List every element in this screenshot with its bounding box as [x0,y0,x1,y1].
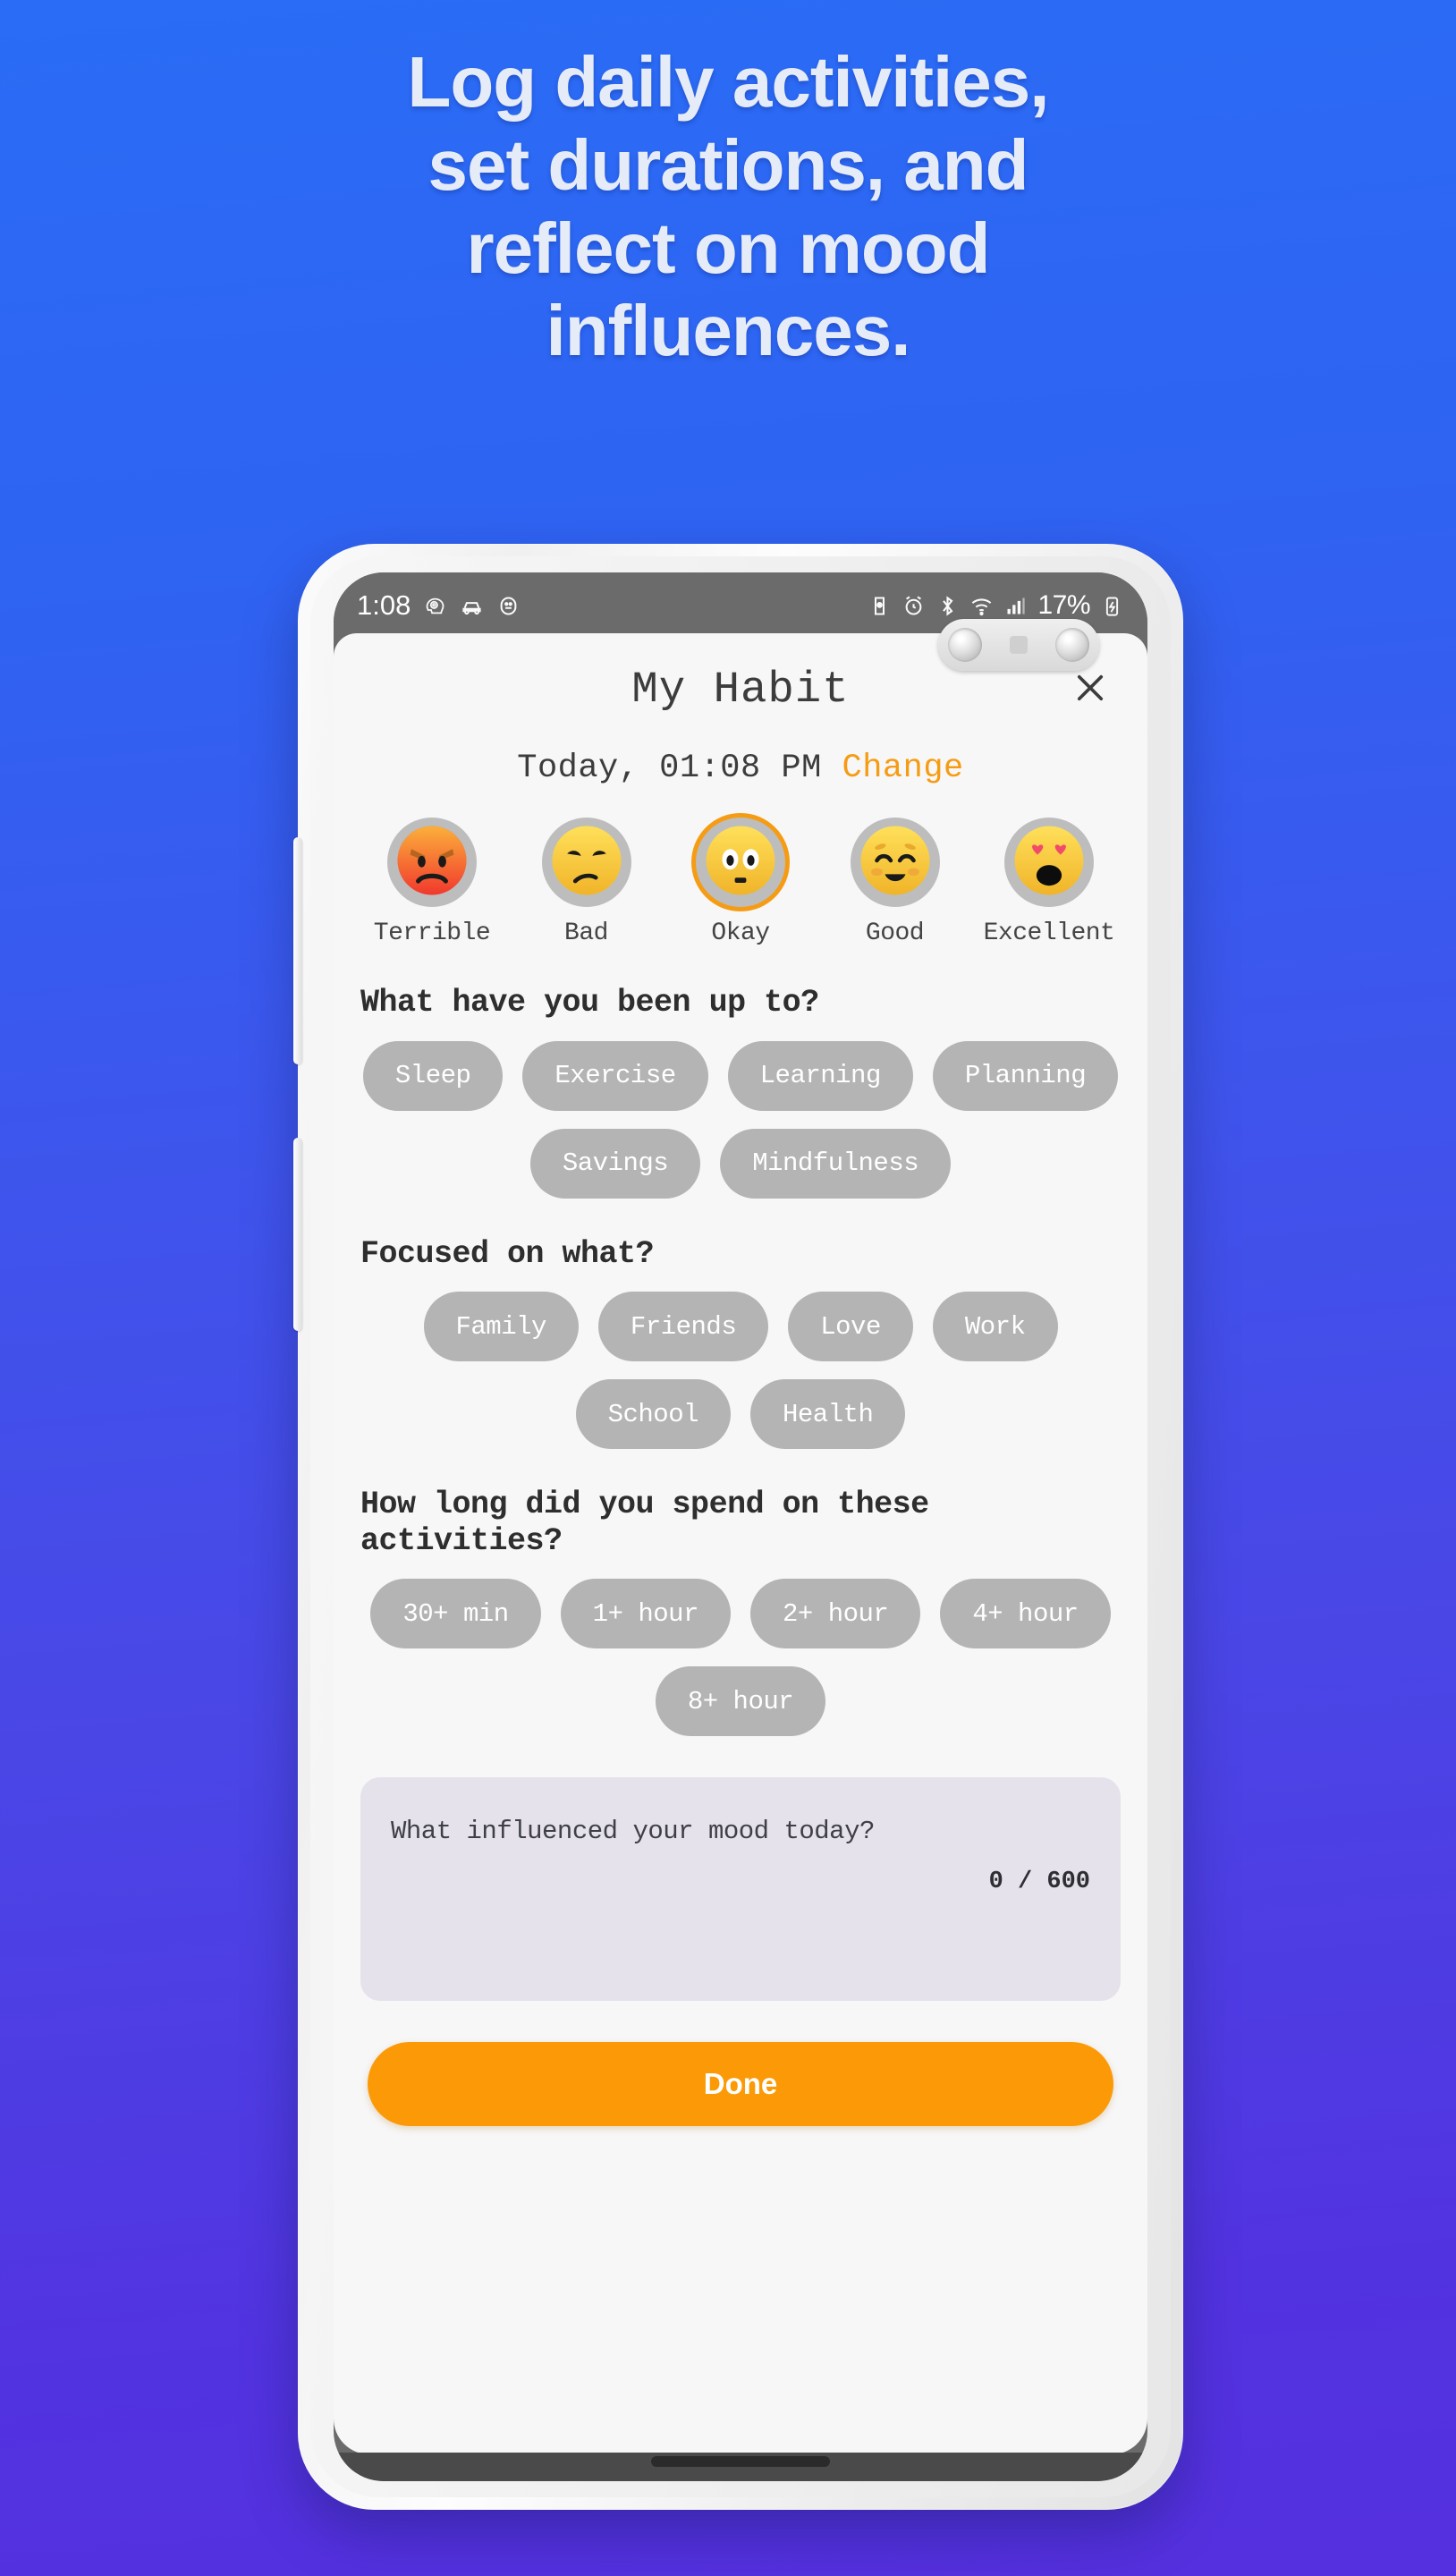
android-nav-bar [334,2453,1147,2481]
chip-2-hour[interactable]: 2+ hour [750,1579,921,1649]
face-icon [496,594,521,618]
done-section: Done [334,2042,1147,2127]
duration-title: How long did you spend on these activiti… [360,1487,929,1559]
chip-8-hour[interactable]: 8+ hour [655,1666,826,1737]
page-headline: Log daily activities, set durations, and… [0,41,1456,373]
camera-lens-left [948,628,982,662]
focus-title: Focused on what? [360,1235,655,1272]
mood-selector: Terrible Bad Okay Good Excellent [334,787,1147,947]
alarm-icon [902,594,926,618]
chip-1-hour[interactable]: 1+ hour [560,1579,731,1649]
chip-planning[interactable]: Planning [932,1040,1119,1111]
mood-circle [541,818,631,907]
chip-learning[interactable]: Learning [727,1040,913,1111]
mood-label: Good [865,919,925,947]
sad-face-icon [550,824,623,902]
chip-exercise[interactable]: Exercise [522,1040,708,1111]
focus-chips: Family Friends Love Work School Health [360,1292,1121,1450]
activities-chips: Sleep Exercise Learning Planning Savings… [360,1040,1121,1199]
note-placeholder: What influenced your mood today? [391,1817,875,1847]
neutral-face-icon [704,824,777,902]
wifi-icon [969,594,994,618]
power-button[interactable] [293,1138,302,1331]
activities-title: What have you been up to? [360,985,819,1021]
chip-school[interactable]: School [575,1379,731,1450]
chip-work[interactable]: Work [932,1292,1058,1362]
duration-section: How long did you spend on these activiti… [334,1487,1147,1737]
headline-line-4: influences. [546,291,911,371]
done-button[interactable]: Done [368,2042,1113,2127]
heart-eyes-face-icon [1012,824,1086,902]
mood-option-good[interactable]: Good [824,818,967,947]
angry-face-icon [395,824,469,902]
phone-mockup: 1:08 17% My Habit Today, 01:08 PM Change… [293,544,1183,2510]
mood-circle [850,818,940,907]
camera-lens-right [1055,628,1089,662]
page-title: My Habit [631,665,850,715]
camera-flash-icon [1010,636,1028,654]
signal-icon [1003,594,1028,618]
mood-label: Okay [711,919,770,947]
date-row: Today, 01:08 PM Change [334,750,1147,787]
headline-line-3: reflect on mood [466,208,990,288]
mood-circle [387,818,477,907]
camera-module [938,619,1099,671]
mood-label: Terrible [373,919,491,947]
close-icon [1071,669,1109,711]
mood-option-terrible[interactable]: Terrible [360,818,504,947]
chip-love[interactable]: Love [788,1292,913,1362]
activities-section: What have you been up to? Sleep Exercise… [334,985,1147,1199]
habit-sheet: My Habit Today, 01:08 PM Change Terrible… [334,633,1147,2454]
mood-label: Excellent [983,919,1115,947]
headline-line-2: set durations, and [427,124,1029,205]
chip-family[interactable]: Family [423,1292,579,1362]
nav-gesture-pill[interactable] [651,2456,830,2467]
date-text: Today, 01:08 PM [517,750,822,787]
note-section: What influenced your mood today? 0 / 600 [334,1777,1147,2002]
bluetooth-icon [935,594,960,618]
smiling-face-icon [859,824,932,902]
duration-chips: 30+ min 1+ hour 2+ hour 4+ hour 8+ hour [360,1579,1121,1737]
data-saver-icon [868,594,892,618]
chip-sleep[interactable]: Sleep [362,1040,504,1111]
volume-button[interactable] [293,837,302,1064]
chip-health[interactable]: Health [750,1379,906,1450]
phone-screen: 1:08 17% My Habit Today, 01:08 PM Change… [334,572,1147,2481]
mood-option-excellent[interactable]: Excellent [978,818,1121,947]
mind-head-icon [423,594,447,618]
headline-line-1: Log daily activities, [407,42,1049,122]
battery-icon [1100,594,1124,618]
note-character-counter: 0 / 600 [988,1868,1090,1896]
focus-section: Focused on what? Family Friends Love Wor… [334,1236,1147,1450]
mood-option-bad[interactable]: Bad [515,818,658,947]
mood-circle [696,818,785,907]
car-icon [460,594,484,618]
mood-option-okay[interactable]: Okay [669,818,812,947]
chip-mindfulness[interactable]: Mindfulness [720,1128,952,1199]
status-bar-time: 1:08 [357,589,411,621]
chip-4-hour[interactable]: 4+ hour [940,1579,1111,1649]
mood-circle [1004,818,1094,907]
chip-savings[interactable]: Savings [529,1128,701,1199]
chip-30-min[interactable]: 30+ min [370,1579,541,1649]
battery-percent: 17% [1037,590,1090,620]
mood-note-input[interactable]: What influenced your mood today? 0 / 600 [360,1777,1121,2002]
chip-friends[interactable]: Friends [597,1292,769,1362]
mood-label: Bad [564,919,608,947]
close-button[interactable] [1067,666,1113,713]
change-date-link[interactable]: Change [842,750,964,787]
